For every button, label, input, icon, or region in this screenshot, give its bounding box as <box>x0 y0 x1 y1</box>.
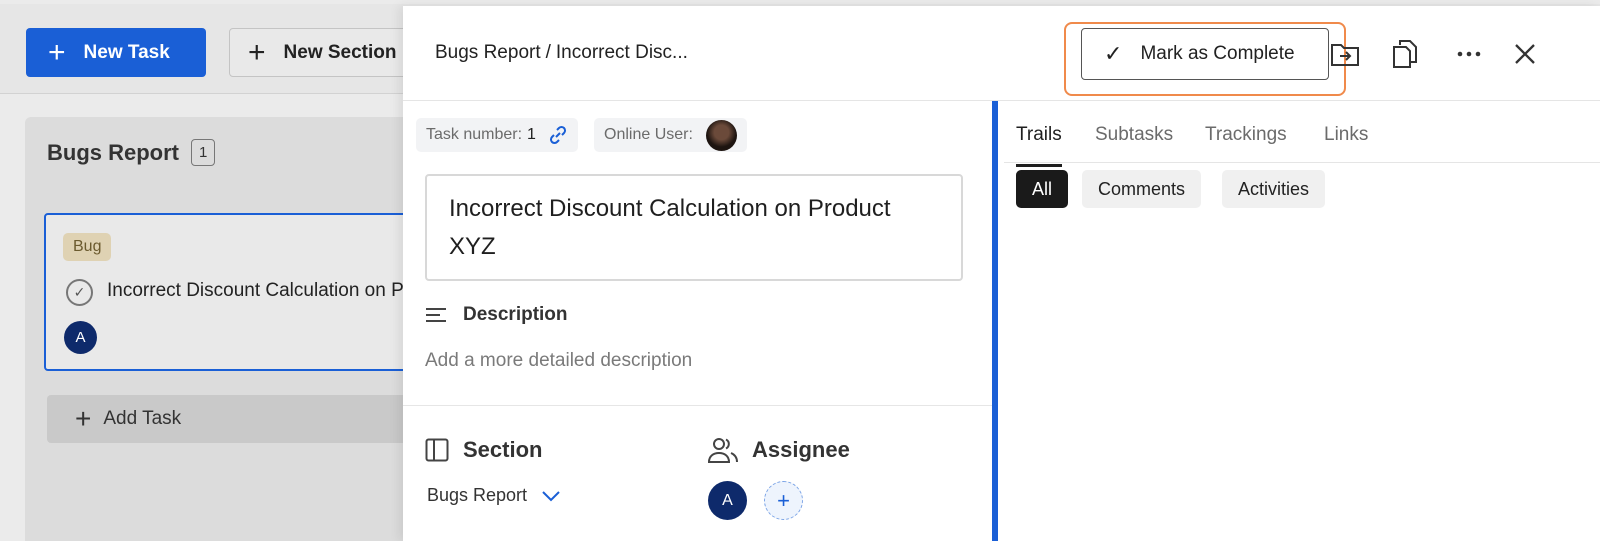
new-section-button[interactable]: + New Section <box>229 28 429 77</box>
duplicate-icon[interactable] <box>1389 38 1421 70</box>
online-user-label: Online User: <box>604 126 693 143</box>
drawer-header: Bugs Report / Incorrect Disc... ✓ Mark as … <box>403 6 1600 101</box>
add-assignee-button[interactable]: + <box>764 481 803 520</box>
task-title-field[interactable]: Incorrect Discount Calculation on Produc… <box>425 174 963 281</box>
filter-activities[interactable]: Activities <box>1222 170 1326 208</box>
move-to-folder-icon[interactable] <box>1329 38 1361 70</box>
plus-icon: + <box>75 403 92 434</box>
section-heading: Section <box>425 437 542 463</box>
filter-all[interactable]: All <box>1016 170 1069 208</box>
check-icon: ✓ <box>1104 41 1123 66</box>
section-panel-icon <box>425 438 449 462</box>
new-task-label: New Task <box>83 41 170 63</box>
mark-as-complete-label: Mark as Complete <box>1140 43 1295 64</box>
close-icon[interactable] <box>1509 38 1541 70</box>
column-title: Bugs Report 1 <box>47 139 216 166</box>
task-details-pane: Task number: 1 Online User: Incorrect Di… <box>403 101 998 541</box>
column-title-text: Bugs Report <box>47 139 179 165</box>
activity-pane: Trails Subtasks Trackings Links All Comm… <box>1004 101 1600 541</box>
new-section-label: New Section <box>283 41 397 63</box>
breadcrumb-current: Incorrect Disc... <box>555 42 688 63</box>
online-user-avatar <box>705 119 737 151</box>
column-count-badge: 1 <box>191 139 216 166</box>
complete-check-icon[interactable]: ✓ <box>66 279 93 306</box>
assignee-heading: Assignee <box>708 437 850 463</box>
bug-tag: Bug <box>63 233 112 261</box>
breadcrumb-parent[interactable]: Bugs Report <box>435 42 541 63</box>
task-number-value: 1 <box>527 126 536 143</box>
online-user-chip: Online User: <box>594 118 747 152</box>
task-number-label: Task number: <box>426 126 523 143</box>
description-heading: Description <box>425 304 568 326</box>
description-field[interactable]: Add a more detailed description <box>425 350 692 372</box>
link-icon[interactable] <box>548 125 568 145</box>
avatar[interactable]: A <box>708 481 747 520</box>
description-heading-text: Description <box>463 304 568 325</box>
activity-tabs: Trails Subtasks Trackings Links <box>1004 101 1600 167</box>
board-column-bugs-report: Bugs Report 1 Bug ✓ Incorrect Discount C… <box>25 117 499 541</box>
more-options-icon[interactable] <box>1453 38 1485 70</box>
text-lines-icon <box>425 307 447 323</box>
tab-links[interactable]: Links <box>1324 124 1368 164</box>
mark-as-complete-button[interactable]: ✓ Mark as Complete <box>1081 28 1329 80</box>
filter-comments[interactable]: Comments <box>1082 170 1202 208</box>
users-icon <box>708 437 738 463</box>
section-value: Bugs Report <box>427 485 528 505</box>
task-card[interactable]: Bug ✓ Incorrect Discount Calculation on … <box>44 213 499 371</box>
tab-trackings[interactable]: Trackings <box>1205 124 1287 164</box>
section-heading-text: Section <box>463 437 543 462</box>
tab-trails[interactable]: Trails <box>1016 124 1062 167</box>
breadcrumb: Bugs Report / Incorrect Disc... <box>435 42 688 64</box>
tab-subtasks[interactable]: Subtasks <box>1095 124 1173 164</box>
task-detail-drawer: Bugs Report / Incorrect Disc... ✓ Mark as … <box>403 6 1600 541</box>
task-number-chip: Task number: 1 <box>416 118 578 152</box>
section-dropdown[interactable]: Bugs Report <box>427 485 561 506</box>
breadcrumb-separator: / <box>545 42 551 63</box>
new-task-button[interactable]: + New Task <box>26 28 206 77</box>
add-task-button[interactable]: + Add Task <box>47 395 427 443</box>
add-task-label: Add Task <box>103 408 182 429</box>
divider <box>403 405 992 406</box>
chevron-down-icon <box>541 490 561 502</box>
plus-icon: + <box>48 35 66 69</box>
plus-icon: + <box>248 35 266 69</box>
avatar: A <box>64 321 97 354</box>
assignee-heading-text: Assignee <box>752 437 850 462</box>
